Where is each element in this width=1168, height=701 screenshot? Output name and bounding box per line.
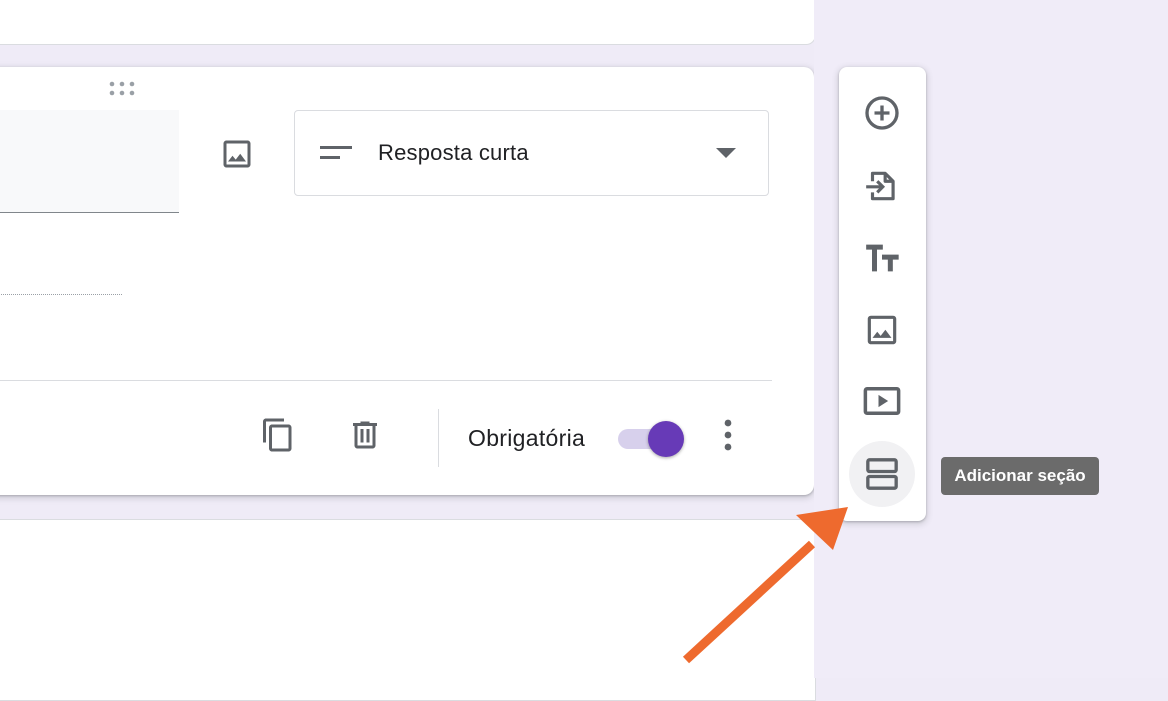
delete-button[interactable] [343, 413, 387, 457]
more-vert-icon [724, 419, 732, 451]
add-image-button[interactable] [849, 297, 915, 363]
next-question-card [0, 519, 816, 701]
import-questions-button[interactable] [849, 153, 915, 219]
image-icon [223, 140, 251, 168]
short-answer-placeholder-line [0, 294, 122, 295]
short-text-icon [320, 146, 352, 159]
duplicate-button[interactable] [256, 413, 300, 457]
more-options-button[interactable] [706, 413, 750, 457]
section-icon [866, 458, 898, 490]
trash-icon [353, 421, 377, 449]
image-icon [867, 315, 897, 345]
drag-handle-icon[interactable] [109, 81, 139, 97]
plus-circle-icon [865, 96, 899, 130]
text-tt-icon [866, 244, 899, 272]
footer-divider [0, 380, 772, 381]
toggle-thumb [648, 421, 684, 457]
floating-toolbar [839, 67, 926, 521]
add-section-button[interactable] [849, 441, 915, 507]
add-question-button[interactable] [849, 80, 915, 146]
chevron-down-icon [716, 148, 736, 158]
question-type-label: Resposta curta [378, 140, 529, 165]
video-icon [863, 387, 901, 415]
add-title-description-button[interactable] [849, 225, 915, 291]
footer-vertical-divider [438, 409, 439, 467]
import-icon [866, 171, 895, 201]
question-card[interactable]: Resposta curta Obrigatória [0, 67, 814, 495]
question-title-input[interactable] [0, 110, 179, 213]
add-video-button[interactable] [849, 368, 915, 434]
previous-question-card [0, 0, 816, 45]
required-toggle[interactable] [618, 419, 688, 459]
required-label: Obrigatória [468, 425, 586, 451]
add-image-to-question-button[interactable] [213, 130, 261, 178]
add-section-tooltip: Adicionar seção [941, 457, 1099, 495]
question-type-dropdown[interactable]: Resposta curta [294, 110, 769, 196]
copy-icon [263, 418, 292, 452]
